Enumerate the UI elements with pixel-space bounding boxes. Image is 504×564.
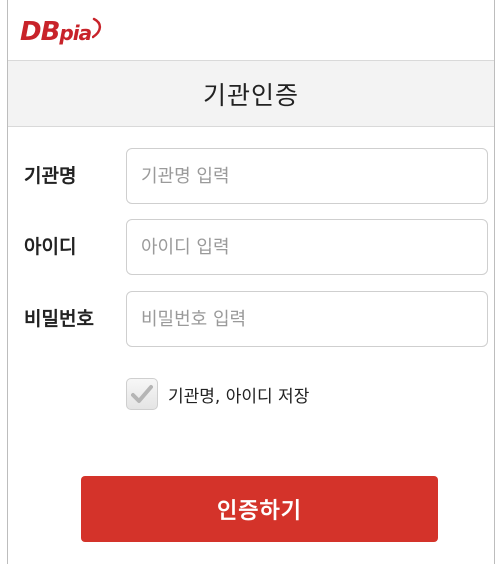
user-id-input[interactable] xyxy=(126,219,488,275)
logo-bar: DBpia xyxy=(8,0,494,61)
user-id-row: 아이디 xyxy=(8,219,494,275)
title-bar: 기관인증 xyxy=(8,61,494,127)
institution-input[interactable] xyxy=(126,148,488,204)
logo-text: DBpia xyxy=(20,17,92,47)
password-label: 비밀번호 xyxy=(24,308,94,330)
logo-text-big: DB xyxy=(20,17,60,47)
dbpia-logo[interactable]: DBpia xyxy=(20,15,104,49)
institution-label: 기관명 xyxy=(24,165,77,187)
save-credentials-checkbox[interactable] xyxy=(126,378,158,410)
user-id-label: 아이디 xyxy=(24,236,77,258)
password-row: 비밀번호 xyxy=(8,291,494,347)
page-title: 기관인증 xyxy=(202,80,299,110)
save-credentials-row: 기관명, 아이디 저장 xyxy=(126,377,309,411)
checkmark-icon xyxy=(131,385,153,403)
password-input[interactable] xyxy=(126,291,488,347)
institution-row: 기관명 xyxy=(8,148,494,204)
save-credentials-label: 기관명, 아이디 저장 xyxy=(168,386,310,407)
authenticate-button[interactable]: 인증하기 xyxy=(81,476,438,542)
logo-text-small: pia xyxy=(59,21,92,45)
auth-page: DBpia 기관인증 기관명 아이디 비밀번호 기관명, 아이디 저장 인증하기 xyxy=(7,0,495,564)
logo-swoosh-icon xyxy=(92,17,102,39)
